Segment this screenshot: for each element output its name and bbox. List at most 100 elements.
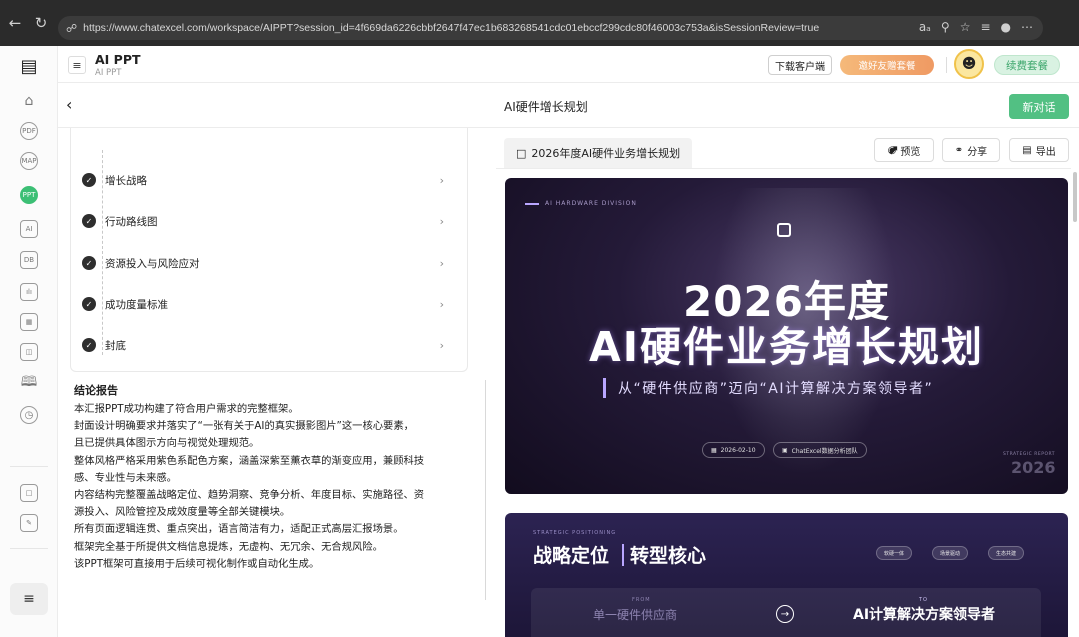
- conclusion-line: 所有页面逻辑连贯、重点突出，语言简洁有力，适配正式高层汇报场景。: [74, 523, 404, 536]
- home-icon[interactable]: ⌂: [20, 92, 38, 110]
- conclusion-line: 源投入、风险管控及成效度量等全部关键模块。: [74, 506, 291, 519]
- map-icon[interactable]: MAP: [20, 152, 38, 170]
- refresh-icon[interactable]: ↻: [30, 12, 52, 34]
- more-icon[interactable]: ⋯: [1021, 20, 1033, 34]
- date-text: 2026-02-10: [720, 446, 756, 454]
- document-tab[interactable]: □ 2026年度AI硬件业务增长规划: [504, 138, 693, 168]
- conclusion-line: 封面设计明确要求并落实了“一张有关于AI的真实摄影图片”这一核心要素，: [74, 420, 414, 433]
- document-title: AI硬件增长规划: [504, 100, 588, 114]
- header-divider: [946, 57, 947, 73]
- invite-friends-button[interactable]: 邀好友赠套餐: [840, 55, 934, 75]
- outline-step[interactable]: ✓ 行动路线图 ›: [82, 212, 452, 230]
- chevron-right-icon: ›: [439, 173, 444, 187]
- compare-icon[interactable]: ◫: [20, 343, 38, 361]
- strategy-slide[interactable]: STRATEGIC POSITIONING 战略定位 转型核心 软硬一体 场景驱…: [505, 513, 1068, 637]
- address-bar[interactable]: ☍ https://www.chatexcel.com/workspace/AI…: [58, 16, 1043, 40]
- chevron-right-icon: ›: [439, 297, 444, 311]
- conclusion-line: 且已提供具体图示方向与视觉处理规范。: [74, 437, 260, 450]
- menu-toggle-icon[interactable]: ≡: [10, 583, 48, 615]
- keyword-chip: 场景驱动: [932, 546, 969, 560]
- preview-panel: □ 2026年度AI硬件业务增长规划 ◉ 预览 ⚭ 分享 ▤ 导出 AI HAR…: [496, 128, 1079, 637]
- translate-icon[interactable]: aₐ: [919, 20, 931, 34]
- document-icon: □: [516, 146, 527, 160]
- outline-step[interactable]: ✓ 封底 ›: [82, 336, 452, 354]
- team-icon: ▣: [782, 446, 788, 454]
- check-icon: ✓: [82, 256, 96, 270]
- share-button[interactable]: ⚭ 分享: [942, 138, 1000, 162]
- preview-scrollbar[interactable]: [1073, 172, 1077, 222]
- outline-step-label: 封底: [105, 339, 126, 352]
- rail-divider: [10, 548, 48, 549]
- date-pill: ▦ 2026-02-10: [702, 442, 765, 458]
- chat-icon[interactable]: ✎: [20, 514, 38, 532]
- cover-tagline: 从“硬件供应商”迈向“AI计算解决方案领导者”: [603, 378, 933, 398]
- collapse-menu-icon[interactable]: ≡: [68, 56, 86, 74]
- table-icon[interactable]: ▦: [20, 313, 38, 331]
- corner-year: 2026: [1011, 458, 1056, 477]
- app-header: ≡ AI PPT AI PPT 下载客户端 邀好友赠套餐 ☻ 续费套餐: [58, 46, 1079, 83]
- team-text: ChatExcel数据分析团队: [791, 447, 858, 455]
- document-tab-label: 2026年度AI硬件业务增长规划: [531, 147, 681, 160]
- to-label: TO: [919, 597, 928, 603]
- book-icon[interactable]: 🕮: [20, 374, 38, 392]
- outline-step-label: 行动路线图: [105, 215, 158, 228]
- back-chevron-icon[interactable]: ‹: [66, 95, 72, 114]
- history-icon[interactable]: ◷: [20, 406, 38, 424]
- slide-kicker-text: AI HARDWARE DIVISION: [545, 200, 637, 207]
- lock-icon: ☍: [66, 21, 78, 35]
- export-button[interactable]: ▤ 导出: [1009, 138, 1069, 162]
- back-icon[interactable]: ←: [4, 12, 26, 34]
- zoom-icon[interactable]: ⚲: [941, 20, 950, 34]
- left-rail: ▤ ⌂ PDF MAP PPT AI DB ılı ▦ ◫ 🕮 ◷ □ ✎ ≡: [0, 46, 58, 637]
- profile-icon[interactable]: ●: [1001, 20, 1011, 34]
- cover-slide[interactable]: AI HARDWARE DIVISION 2026年度 AI硬件业务增长规划 从…: [505, 178, 1068, 494]
- preview-button[interactable]: ◉ 预览: [874, 138, 934, 162]
- conclusion-line: 感、专业性与未来感。: [74, 471, 177, 484]
- outline-step[interactable]: ✓ 资源投入与风险应对 ›: [82, 254, 452, 272]
- from-value: 单一硬件供应商: [593, 608, 678, 622]
- outline-step[interactable]: ✓ 增长战略 ›: [82, 171, 452, 189]
- conclusion-line: 内容结构完整覆盖战略定位、趋势洞察、竞争分析、年度目标、实施路径、资: [74, 489, 425, 502]
- app-title: AI PPT: [95, 52, 141, 67]
- download-client-button[interactable]: 下载客户端: [768, 55, 832, 75]
- url-text[interactable]: https://www.chatexcel.com/workspace/AIPP…: [83, 22, 903, 34]
- slide-title-secondary: 转型核心: [630, 545, 707, 567]
- share-icon: ⚭: [954, 144, 964, 156]
- new-chat-button[interactable]: 新对话: [1009, 94, 1069, 119]
- cover-title: AI硬件业务增长规划: [589, 323, 984, 371]
- panel-resize-handle[interactable]: [485, 380, 486, 600]
- export-icon: ▤: [1022, 144, 1032, 156]
- chevron-right-icon: ›: [439, 338, 444, 352]
- file-icon[interactable]: □: [20, 484, 38, 502]
- check-icon: ✓: [82, 214, 96, 228]
- conclusion-report: 结论报告 本汇报PPT成功构建了符合用户需求的完整框架。 封面设计明确要求并落实…: [74, 382, 470, 573]
- rail-divider: [10, 466, 48, 467]
- check-icon: ✓: [82, 173, 96, 187]
- ai-table-icon[interactable]: AI: [20, 220, 38, 238]
- robot-logo-icon[interactable]: ▤: [16, 55, 42, 77]
- conclusion-line: 该PPT框架可直接用于后续可视化制作或自动化生成。: [74, 557, 320, 570]
- keyword-chip: 生态共建: [988, 546, 1025, 560]
- slide-title-primary: 战略定位: [533, 545, 610, 567]
- kicker-bar: [525, 202, 539, 205]
- conclusion-line: 本汇报PPT成功构建了符合用户需求的完整框架。: [74, 403, 299, 415]
- conclusion-line: 框架完全基于所提供文档信息提炼，无虚构、无冗余、无合规风险。: [74, 540, 383, 553]
- collections-icon[interactable]: ≡: [980, 20, 990, 34]
- corner-label: STRATEGIC REPORT: [1003, 452, 1056, 457]
- outline-step-label: 成功度量标准: [105, 298, 168, 311]
- ppt-icon[interactable]: PPT: [20, 186, 38, 204]
- avatar[interactable]: ☻: [954, 49, 984, 79]
- team-pill: ▣ ChatExcel数据分析团队: [773, 442, 867, 458]
- slide-kicker: AI HARDWARE DIVISION: [525, 200, 637, 207]
- pdf-icon[interactable]: PDF: [20, 122, 38, 140]
- renew-plan-button[interactable]: 续费套餐: [994, 55, 1060, 75]
- chat-panel: ✓ 增长战略 › ✓ 行动路线图 › ✓ 资源投入与风险应对 › ✓ 成功度量标…: [58, 128, 488, 637]
- outline-step[interactable]: ✓ 成功度量标准 ›: [82, 295, 452, 313]
- mouse-cursor-icon: ⬈: [888, 143, 899, 158]
- chevron-right-icon: ›: [439, 214, 444, 228]
- chart-icon[interactable]: ılı: [20, 283, 38, 301]
- conclusion-title: 结论报告: [74, 384, 118, 397]
- favorite-icon[interactable]: ☆: [960, 20, 971, 34]
- database-icon[interactable]: DB: [20, 251, 38, 269]
- arrow-right-icon: →: [776, 605, 794, 623]
